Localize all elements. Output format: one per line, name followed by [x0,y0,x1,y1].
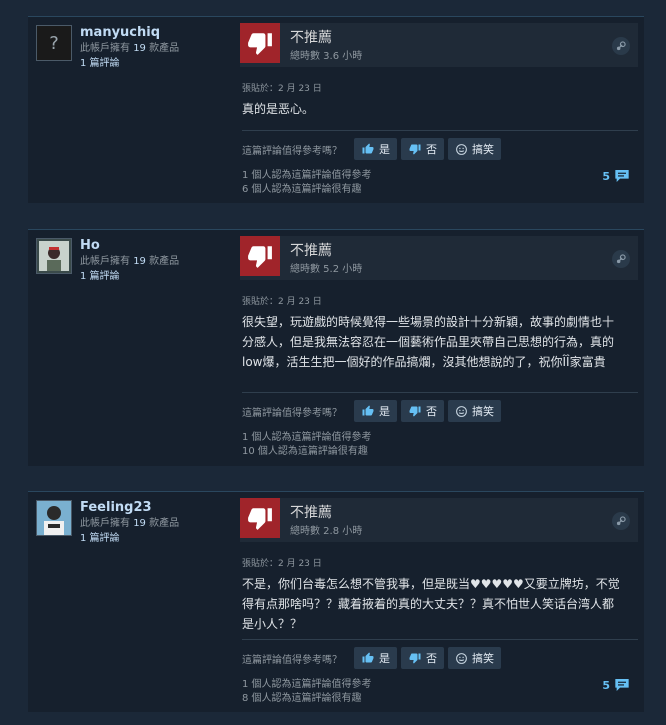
avatar[interactable] [36,500,72,536]
funny-count: 10 個人認為這篇評論很有趣 [242,446,368,457]
review-content: 不是，你们台毒怎么想不管我事，但是既当♥♥♥♥♥又要立牌坊，不觉得有点那啥吗？？… [242,577,620,631]
thumbs-up-icon [362,652,374,663]
comments-link[interactable]: 5 [602,678,630,692]
vote-yes-button[interactable]: 是 [354,647,397,669]
vote-funny-label: 搞笑 [472,652,494,665]
comment-icon [615,170,629,182]
posted-date: 張貼於：2 月 23 日 [242,297,322,307]
vote-funny-button[interactable]: 搞笑 [448,647,501,669]
steam-logo-icon [612,512,630,530]
comment-count: 5 [602,678,610,692]
helpful-row: 這篇評論值得參考嗎？ 是 否 搞笑 [242,647,505,669]
vote-funny-button[interactable]: 搞笑 [448,138,501,160]
thumbs-down-icon [240,498,280,538]
comment-icon [615,679,629,691]
thumbs-down-icon [240,236,280,276]
review-count: 1 篇評論 [80,533,120,544]
verdict-title: 不推薦 [290,30,332,46]
playtime: 總時數 3.6 小時 [290,51,363,62]
vote-funny-label: 搞笑 [472,143,494,156]
review-card: Feeling23 此帳戶擁有 19 款產品 1 篇評論 不推薦 總時數 2.8… [28,491,644,712]
vote-funny-button[interactable]: 搞笑 [448,400,501,422]
funny-count: 6 個人認為這篇評論很有趣 [242,184,362,195]
review-card: ? manyuchiq 此帳戶擁有 19 款產品 1 篇評論 不推薦 總時數 3… [28,16,644,203]
thumbs-up-icon [362,405,374,416]
helpful-row: 這篇評論值得參考嗎？ 是 否 搞笑 [242,400,505,422]
vote-no-label: 否 [426,405,437,418]
vote-header[interactable]: 不推薦 總時數 5.2 小時 [240,236,638,280]
helpful-count: 1 個人認為這篇評論值得參考 [242,170,372,181]
divider [242,130,638,131]
review-card: Ho 此帳戶擁有 19 款產品 1 篇評論 不推薦 總時數 5.2 小時 張貼於… [28,229,644,466]
helpful-question: 這篇評論值得參考嗎？ [242,145,342,157]
avatar[interactable] [36,238,72,274]
helpful-question: 這篇評論值得參考嗎？ [242,654,342,666]
helpful-row: 這篇評論值得參考嗎？ 是 否 搞笑 [242,138,505,160]
helpful-count: 1 個人認為這篇評論值得參考 [242,679,372,690]
thumbs-up-icon [362,143,374,154]
vote-funny-label: 搞笑 [472,405,494,418]
products-owned: 此帳戶擁有 19 款產品 [80,518,180,529]
thumbs-down-icon [409,406,421,417]
vote-no-button[interactable]: 否 [401,138,444,160]
review-content: 真的是恶心。 [242,102,315,116]
vote-no-label: 否 [426,652,437,665]
smiley-icon [456,652,467,664]
divider [242,392,638,393]
steam-logo-icon [612,37,630,55]
vote-no-label: 否 [426,143,437,156]
thumbs-down-icon [409,653,421,664]
review-count: 1 篇評論 [80,271,120,282]
products-owned: 此帳戶擁有 19 款產品 [80,256,180,267]
smiley-icon [456,143,467,155]
username[interactable]: Feeling23 [80,500,230,516]
vote-stats: 1 個人認為這篇評論值得參考 8 個人認為這篇評論很有趣 [242,678,372,706]
helpful-count: 1 個人認為這篇評論值得參考 [242,432,372,443]
vote-stats: 1 個人認為這篇評論值得參考 6 個人認為這篇評論很有趣 [242,169,372,197]
smiley-icon [456,405,467,417]
verdict-title: 不推薦 [290,505,332,521]
comments-link[interactable]: 5 [602,169,630,183]
playtime: 總時數 5.2 小時 [290,264,363,275]
review-count: 1 篇評論 [80,58,120,69]
products-owned: 此帳戶擁有 19 款產品 [80,43,180,54]
steam-logo-icon [612,250,630,268]
thumbs-down-icon [409,144,421,155]
vote-header[interactable]: 不推薦 總時數 2.8 小時 [240,498,638,542]
thumbs-down-icon [240,23,280,63]
vote-no-button[interactable]: 否 [401,647,444,669]
verdict-title: 不推薦 [290,243,332,259]
divider [242,639,638,640]
review-content: 很失望，玩遊戲的時候覺得一些場景的設計十分新穎，故事的劇情也十分感人，但是我無法… [242,315,615,369]
username[interactable]: Ho [80,238,230,254]
vote-no-button[interactable]: 否 [401,400,444,422]
playtime: 總時數 2.8 小時 [290,526,363,537]
funny-count: 8 個人認為這篇評論很有趣 [242,693,362,704]
vote-yes-button[interactable]: 是 [354,138,397,160]
avatar[interactable]: ? [36,25,72,61]
helpful-question: 這篇評論值得參考嗎？ [242,407,342,419]
vote-yes-button[interactable]: 是 [354,400,397,422]
vote-yes-label: 是 [379,143,390,156]
vote-header[interactable]: 不推薦 總時數 3.6 小時 [240,23,638,67]
posted-date: 張貼於：2 月 23 日 [242,559,322,569]
vote-stats: 1 個人認為這篇評論值得參考 10 個人認為這篇評論很有趣 [242,431,372,459]
vote-yes-label: 是 [379,652,390,665]
posted-date: 張貼於：2 月 23 日 [242,84,322,94]
vote-yes-label: 是 [379,405,390,418]
comment-count: 5 [602,169,610,183]
username[interactable]: manyuchiq [80,25,230,41]
